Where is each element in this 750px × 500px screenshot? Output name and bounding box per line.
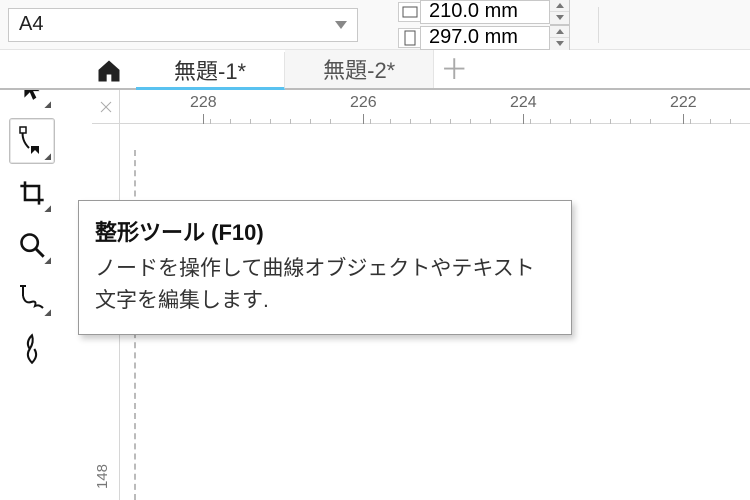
crop-tool[interactable] — [9, 170, 55, 216]
flyout-icon — [44, 309, 51, 316]
tab-doc-2[interactable]: 無題-2* — [285, 50, 434, 88]
ruler-tick: 224 — [510, 96, 537, 124]
height-step-down[interactable] — [550, 38, 569, 50]
tooltip-shortcut: (F10) — [211, 220, 264, 245]
page-height-row: 297.0 mm — [398, 26, 570, 50]
height-spinner[interactable] — [550, 25, 570, 51]
flyout-icon — [44, 257, 51, 264]
ruler-tick: 222 — [670, 96, 697, 124]
tab-doc-1[interactable]: 無題-1* — [136, 52, 285, 90]
home-button[interactable] — [92, 54, 126, 88]
tooltip-name: 整形ツール — [95, 220, 205, 245]
chevron-down-icon — [335, 21, 347, 29]
width-spinner[interactable] — [550, 0, 570, 25]
height-step-up[interactable] — [550, 26, 569, 38]
tab-label: 無題-1* — [174, 54, 246, 86]
document-tabs: 無題-1* 無題-2* ＋ — [0, 50, 750, 90]
page-dimensions: 210.0 mm 297.0 mm — [398, 0, 570, 50]
page-size-select[interactable]: A4 — [8, 8, 358, 42]
page-height-value: 297.0 mm — [429, 26, 518, 49]
height-icon — [398, 28, 420, 48]
horizontal-ruler: 228 226 224 222 — [92, 90, 750, 124]
flyout-icon — [44, 153, 51, 160]
tooltip-title: 整形ツール (F10) — [95, 215, 555, 247]
shape-tool[interactable] — [9, 118, 55, 164]
property-bar: A4 210.0 mm 297.0 mm — [0, 0, 750, 50]
page-height-input[interactable]: 297.0 mm — [420, 26, 550, 50]
page-size-value: A4 — [19, 13, 43, 36]
zoom-tool[interactable] — [9, 222, 55, 268]
ruler-tick: 226 — [350, 96, 377, 124]
flyout-icon — [44, 205, 51, 212]
freehand-tool[interactable] — [9, 274, 55, 320]
ruler-origin[interactable] — [92, 90, 120, 124]
tab-label: 無題-2* — [323, 53, 395, 85]
toolbox — [0, 58, 64, 380]
width-icon — [398, 2, 420, 22]
tool-tooltip: 整形ツール (F10) ノードを操作して曲線オブジェクトやテキスト文字を編集しま… — [78, 200, 572, 335]
width-step-up[interactable] — [550, 0, 569, 12]
artistic-media-tool[interactable] — [9, 326, 55, 372]
page-width-value: 210.0 mm — [429, 0, 518, 23]
divider — [598, 7, 599, 43]
page-width-row: 210.0 mm — [398, 0, 570, 24]
flyout-icon — [44, 101, 51, 108]
ruler-tick: 228 — [190, 96, 217, 124]
new-tab-button[interactable]: ＋ — [434, 48, 474, 88]
vruler-tick: 148 — [94, 464, 111, 489]
width-step-down[interactable] — [550, 12, 569, 24]
tooltip-body: ノードを操作して曲線オブジェクトやテキスト文字を編集します. — [95, 253, 555, 316]
page-width-input[interactable]: 210.0 mm — [420, 0, 550, 24]
